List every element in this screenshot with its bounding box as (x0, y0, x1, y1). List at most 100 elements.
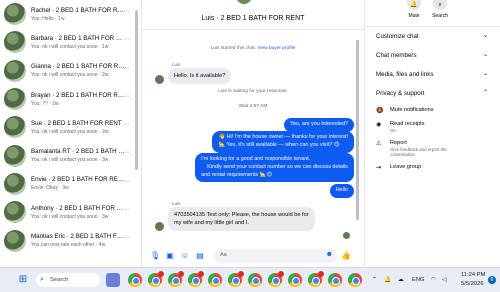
chat-name: Rachel · 2 BED 1 BATH FOR RE... (31, 6, 126, 14)
more-options-icon[interactable]: ⋯ (123, 122, 129, 128)
taskbar-language[interactable]: ENG (412, 277, 425, 283)
option-subtext: conversation (390, 152, 415, 157)
conversation-header: Luis · 2 BED 1 BATH FOR RENT (142, 0, 364, 30)
more-options-icon[interactable]: ⋯ (123, 37, 129, 43)
chat-snippet: You: Hello · 1w (31, 15, 65, 22)
microphone-icon[interactable]: 🎙 (150, 251, 160, 261)
option-label: Mute notifications (390, 107, 434, 113)
more-options-icon[interactable]: ⋯ (123, 94, 129, 100)
message-bubble[interactable]: I’m looking for a good and responsible t… (195, 153, 354, 183)
more-options-icon[interactable]: ⋯ (123, 179, 129, 185)
search-label: Search (432, 13, 448, 19)
emoji-icon[interactable]: ☻ (326, 251, 333, 258)
notification-badge (158, 271, 164, 277)
sender-name: Luis (172, 201, 181, 206)
option-label: Read receipts (390, 121, 425, 127)
message-bubble[interactable]: Hello. Is it available? (168, 68, 232, 85)
more-options-icon[interactable]: ⋯ (123, 150, 129, 156)
avatar[interactable] (236, 0, 252, 4)
message-line: 👋 Hi! I’m the house owner — thanks for y… (218, 134, 348, 140)
chat-snippet: You: ok i will contact you soon · 1w (31, 43, 109, 50)
chat-name: Gianna · 2 BED 1 BATH FOR RE... (31, 63, 126, 71)
message-row: Hello. Is it available? (155, 68, 232, 85)
message-line: 🏡 Yes, it’s still available — when can y… (218, 141, 340, 148)
more-options-icon[interactable]: ⋯ (123, 207, 129, 213)
chat-name: Mantias Eric · 2 BED 1 BATH FOR... (31, 233, 126, 241)
volume-icon[interactable]: ◁ (442, 277, 446, 283)
chrome-app-icon[interactable] (328, 273, 342, 287)
view-buyer-profile-link[interactable]: View buyer profile (257, 46, 295, 51)
message-line: I’m looking for a good and responsible t… (201, 156, 311, 162)
privacy-support-section[interactable]: Privacy & support ⌃ (366, 84, 500, 103)
chat-snippet: You: ok i will contact you soon · 3w (31, 157, 109, 164)
chevron-down-icon: ⌄ (482, 71, 488, 77)
chat-list-item[interactable]: Brayan · 2 BED 1 BATH FOR RE... You: ?? … (0, 85, 133, 113)
chrome-app-icon[interactable] (208, 273, 222, 287)
leave-group-option[interactable]: ⇥ Leave group (366, 164, 500, 172)
notification-badge (178, 271, 184, 277)
chrome-app-icon[interactable] (288, 273, 302, 287)
option-label: Leave group (390, 163, 422, 170)
message-bubble[interactable]: Hello (329, 184, 354, 198)
chat-list-item[interactable]: Envie · 2 BED 1 BATH FOR RENT Envie: Oka… (0, 170, 133, 198)
chat-list-item[interactable]: Rachel · 2 BED 1 BATH FOR RE... You: Hel… (0, 0, 133, 28)
notification-icon[interactable]: 🔔 (384, 277, 391, 283)
chrome-app-icon[interactable] (128, 273, 142, 287)
notification-badge (198, 271, 204, 277)
message-bubble[interactable]: 4703504135 Text only; Please, the house … (168, 207, 315, 232)
more-options-icon[interactable]: ⋯ (123, 235, 129, 241)
task-view-icon[interactable] (106, 273, 120, 287)
mute-button[interactable]: 🔔 Mute (402, 0, 426, 19)
image-icon[interactable]: ▣ (165, 251, 175, 261)
messenger-window: Rachel · 2 BED 1 BATH FOR RE... You: Hel… (0, 0, 500, 267)
taskbar-search-box[interactable]: ⌕ Search (36, 273, 100, 287)
report-option[interactable]: ⚠ Report Give feedback and report the co… (366, 140, 500, 158)
message-input[interactable]: Aa ☻ (214, 249, 337, 263)
conversation-scrollbar[interactable] (356, 40, 359, 220)
chat-list-item[interactable]: Sue · 2 BED 1 BATH FOR RENT You: ok i wi… (0, 113, 133, 141)
notification-count-badge[interactable]: 6 (488, 276, 496, 284)
section-label: Privacy & support (376, 90, 425, 97)
chat-snippet: You: ok i will contact you soon · 2w (31, 72, 109, 79)
chat-list-item[interactable]: Anthony · 2 BED 1 BATH FOR RE... You: ok… (0, 198, 133, 226)
read-receipts-option[interactable]: ◉ Read receipts On (366, 121, 500, 134)
customize-chat-section[interactable]: Customize chat ⌄ (366, 27, 500, 46)
message-input-placeholder: Aa (220, 252, 227, 258)
taskbar-time[interactable]: 11:24 PM (461, 272, 485, 278)
search-icon: ⌕ (40, 276, 44, 283)
search-button[interactable]: ⌕ Search (428, 0, 452, 19)
section-label: Media, files and links (376, 71, 434, 78)
chat-list-item[interactable]: Barbara · 2 BED 1 BATH FOR RE... You: ok… (0, 28, 133, 56)
chat-members-section[interactable]: Chat members ⌄ (366, 46, 500, 65)
chat-list-scrollbar[interactable] (135, 10, 138, 170)
tray-overflow-icon[interactable]: ⌃ (372, 277, 377, 283)
seen-avatar (343, 232, 350, 239)
conversation-title[interactable]: Luis · 2 BED 1 BATH FOR RENT (202, 15, 305, 22)
leave-icon: ⇥ (376, 164, 382, 171)
avatar (155, 222, 164, 232)
media-files-links-section[interactable]: Media, files and links ⌄ (366, 65, 500, 84)
windows-start-icon[interactable]: ⊞ (16, 273, 30, 287)
more-options-icon[interactable]: ⋯ (123, 66, 129, 72)
chat-list-item[interactable]: Gianna · 2 BED 1 BATH FOR RE... You: ok … (0, 57, 133, 85)
wifi-icon[interactable]: ◠ (431, 277, 436, 283)
chat-list-item[interactable]: Bamalanta RT · 2 BED 1 BATH FOR... You: … (0, 141, 133, 169)
message-bubble[interactable]: 👋 Hi! I’m the house owner — thanks for y… (212, 131, 354, 153)
chevron-up-icon: ⌃ (482, 90, 488, 96)
more-options-icon[interactable]: ⋯ (123, 9, 129, 15)
sticker-icon[interactable]: ☺ (180, 251, 190, 261)
chrome-app-icon[interactable] (248, 273, 262, 287)
section-label: Customize chat (376, 33, 419, 40)
option-label: Report (390, 139, 407, 146)
chrome-app-icon[interactable] (348, 273, 362, 287)
message-bubble[interactable]: Yes, are you interested? (284, 118, 354, 132)
onedrive-icon[interactable]: ☁ (398, 277, 404, 283)
taskbar-date[interactable]: 5/5/2026 (461, 281, 484, 287)
mute-label: Mute (408, 13, 420, 19)
mute-notifications-option[interactable]: 🔕 Mute notifications (366, 107, 500, 115)
chat-list-item[interactable]: Mantias Eric · 2 BED 1 BATH FOR... You c… (0, 226, 133, 254)
gif-icon[interactable]: ▤ (195, 251, 205, 261)
section-label: Chat members (376, 52, 417, 59)
chat-snippet: You can now rate each other · 4w (31, 242, 106, 249)
like-icon[interactable]: 👍 (341, 251, 351, 261)
